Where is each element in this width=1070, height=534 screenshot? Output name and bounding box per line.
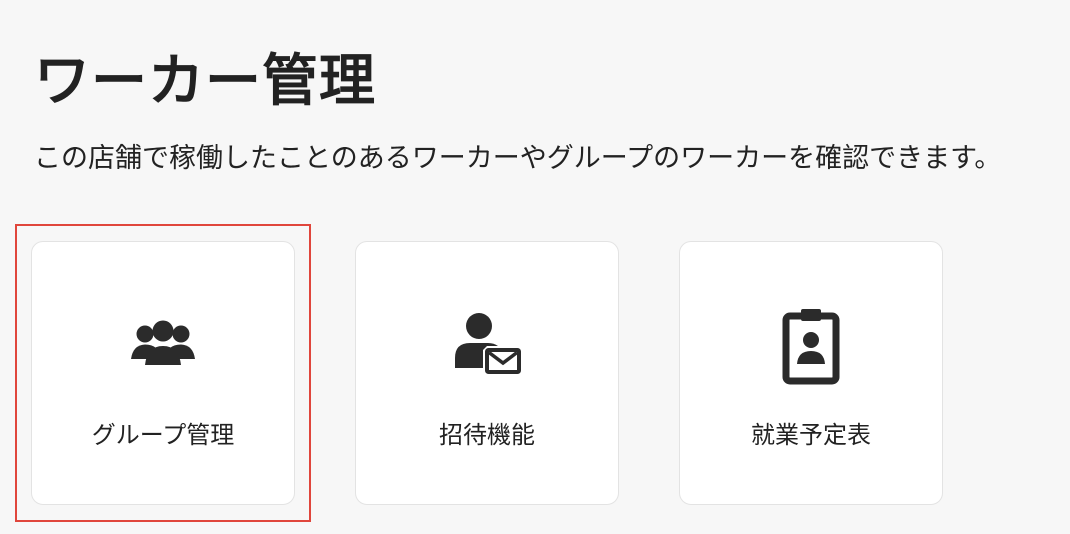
menu-card-row: グループ管理 招待機能 就業予定表 [31,241,951,505]
id-badge-clipboard-icon [782,309,840,385]
group-management-label: グループ管理 [91,421,235,449]
invitation-label: 招待機能 [439,421,535,449]
users-group-icon [131,320,195,365]
invitation-card[interactable]: 招待機能 [355,241,619,505]
page-description: この店舗で稼働したことのあるワーカーやグループのワーカーを確認できます。 [34,143,1002,174]
work-schedule-label: 就業予定表 [751,421,871,449]
work-schedule-card[interactable]: 就業予定表 [679,241,943,505]
group-management-card[interactable]: グループ管理 [31,241,295,505]
page-title: ワーカー管理 [34,49,376,114]
user-envelope-icon [455,313,521,374]
